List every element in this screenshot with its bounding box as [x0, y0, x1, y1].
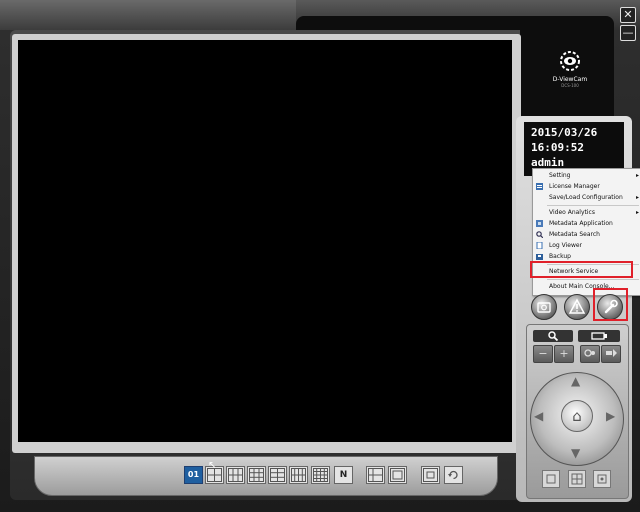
- title-bar: [0, 0, 296, 30]
- alarm-button[interactable]: [564, 294, 590, 320]
- layout-13-icon: [291, 468, 306, 482]
- fullscreen-button[interactable]: [421, 466, 440, 484]
- layout-fit-icon: [368, 468, 383, 482]
- grid-icon: [571, 473, 583, 485]
- layout-10-button[interactable]: [268, 466, 287, 484]
- eye-logo-icon: [560, 51, 580, 71]
- ptz-preset-1-button[interactable]: [542, 470, 560, 488]
- zoom-out-button[interactable]: −: [533, 345, 553, 363]
- submenu-arrow-icon: ▸: [635, 194, 639, 201]
- focus-far-icon: [606, 349, 617, 357]
- layout-10-icon: [270, 468, 285, 482]
- dviewcam-logo: D-ViewCam DCS-100: [548, 50, 592, 88]
- menu-item-save-load-configuration[interactable]: Save/Load Configuration ▸: [533, 192, 640, 203]
- menu-item-label: Log Viewer: [549, 242, 583, 249]
- menu-item-setting[interactable]: Setting ▸: [533, 170, 640, 181]
- menu-item-label: Metadata Application: [549, 220, 613, 227]
- zoom-in-button[interactable]: +: [554, 345, 574, 363]
- tools-button-highlight: [593, 288, 628, 321]
- menu-item-label: Video Analytics: [549, 209, 595, 216]
- layout-full-icon: [390, 468, 405, 482]
- menu-item-metadata-application[interactable]: Metadata Application: [533, 218, 640, 229]
- video-display[interactable]: [18, 40, 512, 442]
- focus-icon: [591, 332, 607, 340]
- menu-item-metadata-search[interactable]: Metadata Search: [533, 229, 640, 240]
- focus-near-icon: [584, 349, 595, 357]
- submenu-arrow-icon: ▸: [635, 209, 639, 216]
- layout-full-button[interactable]: [388, 466, 407, 484]
- expand-icon: [597, 474, 607, 484]
- pan-right-arrow-icon[interactable]: ▶: [606, 409, 615, 423]
- zoom-header: [533, 330, 573, 342]
- layout-13-button[interactable]: [289, 466, 308, 484]
- status-date: 2015/03/26: [531, 126, 598, 139]
- status-time: 16:09:52: [531, 141, 584, 154]
- layout-custom-n-button[interactable]: N: [334, 466, 353, 484]
- backup-icon: [536, 254, 543, 260]
- zoom-magnifier-icon: [548, 331, 559, 342]
- mouse-cursor-icon: ↖: [208, 460, 217, 471]
- ptz-preset-3-button[interactable]: [593, 470, 611, 488]
- snapshot-button[interactable]: [531, 294, 557, 320]
- logo-name: D-ViewCam: [552, 76, 588, 83]
- menu-separator: [547, 205, 639, 206]
- rotate-icon: [448, 470, 458, 480]
- layout-single-button[interactable]: 01: [184, 466, 203, 484]
- network-service-highlight: [530, 261, 633, 278]
- minimize-button[interactable]: —: [620, 25, 636, 41]
- pan-up-arrow-icon[interactable]: ▲: [571, 374, 580, 388]
- focus-header: [578, 330, 620, 342]
- pan-left-arrow-icon[interactable]: ◀: [534, 409, 543, 423]
- fit-icon: [546, 474, 556, 484]
- menu-separator: [547, 279, 639, 280]
- fullscreen-icon: [423, 468, 438, 482]
- layout-9-icon: [249, 468, 264, 482]
- main-console-window: ✕ — D-ViewCam DCS-100 2015/03/26 16:09:5…: [0, 0, 640, 512]
- layout-6-icon: [228, 468, 243, 482]
- pan-down-arrow-icon[interactable]: ▼: [571, 446, 580, 460]
- menu-item-log-viewer[interactable]: Log Viewer: [533, 240, 640, 251]
- layout-16-button[interactable]: [311, 466, 330, 484]
- menu-item-label: Save/Load Configuration: [549, 194, 623, 201]
- layout-6-button[interactable]: [226, 466, 245, 484]
- ptz-preset-2-button[interactable]: [568, 470, 586, 488]
- rotate-view-button[interactable]: [444, 466, 463, 484]
- metadata-app-icon: [536, 220, 543, 227]
- menu-item-license-manager[interactable]: License Manager: [533, 181, 640, 192]
- close-button[interactable]: ✕: [620, 7, 636, 23]
- submenu-arrow-icon: ▸: [635, 172, 639, 179]
- layout-9-button[interactable]: [247, 466, 266, 484]
- warning-icon: [568, 298, 586, 314]
- log-icon: [536, 242, 543, 249]
- layout-fit-button[interactable]: [366, 466, 385, 484]
- menu-item-label: Setting: [549, 172, 571, 179]
- menu-item-video-analytics[interactable]: Video Analytics ▸: [533, 207, 640, 218]
- layout-16-icon: [313, 468, 328, 482]
- menu-item-label: License Manager: [549, 183, 600, 190]
- focus-near-button[interactable]: [580, 345, 600, 363]
- focus-far-button[interactable]: [601, 345, 621, 363]
- camera-icon: [537, 302, 551, 313]
- ptz-home-button[interactable]: ⌂: [561, 400, 593, 432]
- logo-version: DCS-100: [561, 83, 579, 88]
- menu-item-label: Metadata Search: [549, 231, 600, 238]
- search-icon: [536, 231, 543, 238]
- license-icon: [536, 183, 543, 190]
